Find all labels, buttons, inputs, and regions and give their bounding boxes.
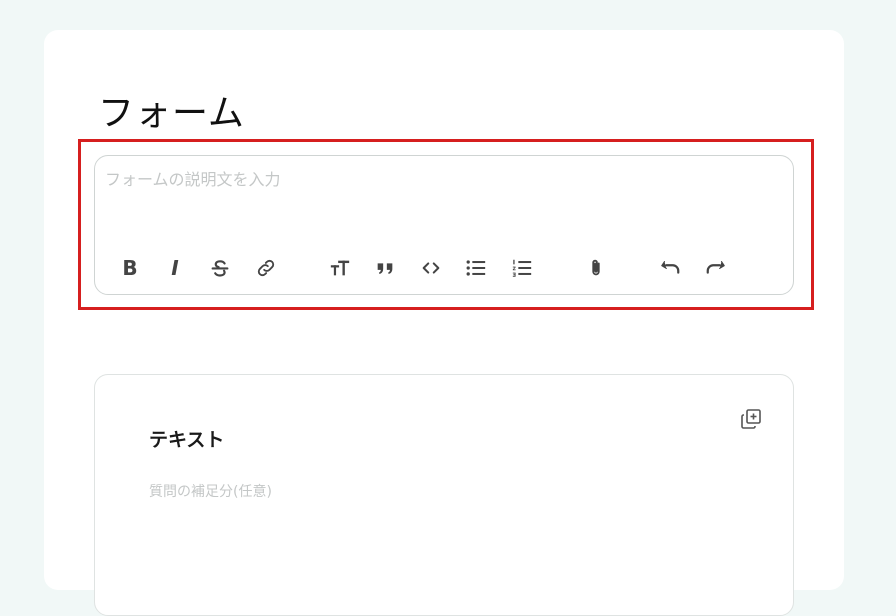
- editor-toolbar: B I: [95, 252, 793, 284]
- code-button[interactable]: [416, 252, 446, 284]
- heading-button[interactable]: [325, 252, 355, 284]
- attach-button[interactable]: [581, 252, 611, 284]
- link-button[interactable]: [251, 252, 281, 284]
- description-editor[interactable]: フォームの説明文を入力 B I: [94, 155, 794, 295]
- question-card: テキスト 質問の補足分(任意): [94, 374, 794, 616]
- bold-button[interactable]: B: [115, 252, 145, 284]
- quote-icon: [377, 263, 393, 274]
- numbered-list-icon: [512, 259, 532, 277]
- italic-icon: I: [171, 256, 179, 280]
- description-placeholder: フォームの説明文を入力: [105, 170, 281, 189]
- question-supplement-placeholder[interactable]: 質問の補足分(任意): [149, 481, 272, 501]
- duplicate-button[interactable]: [739, 407, 763, 431]
- link-icon: [257, 259, 275, 277]
- question-title[interactable]: テキスト: [149, 425, 224, 452]
- numbered-list-button[interactable]: [507, 252, 537, 284]
- redo-button[interactable]: [701, 252, 731, 284]
- form-title: フォーム: [98, 93, 245, 134]
- undo-icon: [661, 261, 680, 274]
- redo-icon: [706, 261, 725, 274]
- bold-icon: B: [122, 256, 138, 280]
- strikethrough-icon: [211, 260, 229, 277]
- strikethrough-button[interactable]: [205, 252, 235, 284]
- quote-button[interactable]: [370, 252, 400, 284]
- code-icon: [422, 262, 440, 274]
- duplicate-icon: [741, 409, 761, 429]
- bullet-list-icon: [466, 260, 486, 276]
- form-card: フォーム フォームの説明文を入力 B I テキスト 質問の補足分(任意): [44, 30, 844, 616]
- undo-button[interactable]: [655, 252, 685, 284]
- bullet-list-button[interactable]: [461, 252, 491, 284]
- text-size-icon: [330, 260, 350, 276]
- paperclip-icon: [592, 259, 600, 276]
- italic-button[interactable]: I: [160, 252, 190, 284]
